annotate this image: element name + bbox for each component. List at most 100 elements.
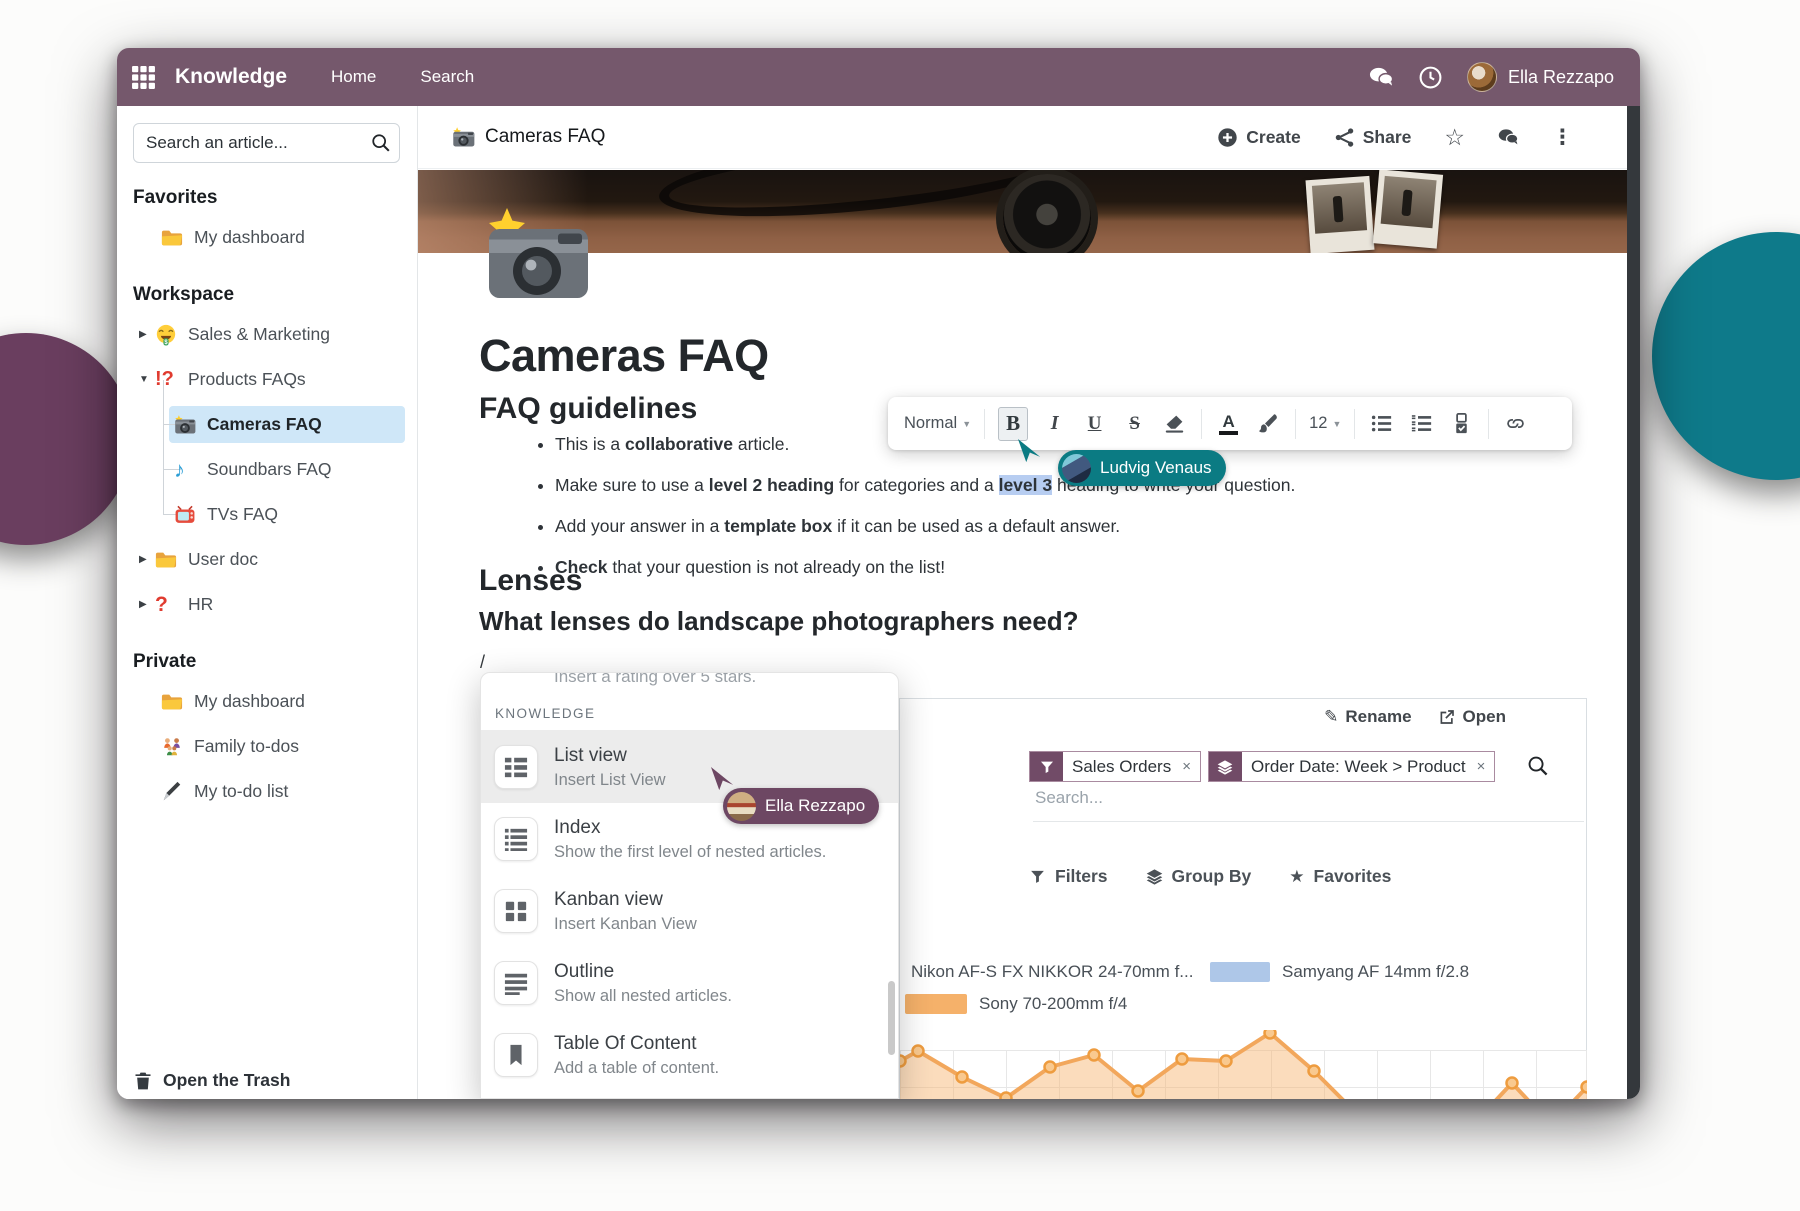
legend-item[interactable]: Samyang AF 14mm f/2.8 <box>1210 962 1469 982</box>
search-icon[interactable] <box>370 132 391 153</box>
powerbox-item-desc: Show the first level of nested articles. <box>554 842 827 861</box>
remove-format-button[interactable] <box>1161 407 1188 441</box>
powerbox-item-kanban-view[interactable]: Kanban view Insert Kanban View <box>481 875 898 947</box>
facet-order-date-week-product[interactable]: Order Date: Week > Product × <box>1207 751 1496 782</box>
typed-slash[interactable]: / <box>480 652 485 673</box>
collaborator-name: Ella Rezzapo <box>765 796 866 815</box>
sidebar-item-cameras-faq[interactable]: Cameras FAQ <box>133 380 405 447</box>
create-button[interactable]: Create <box>1217 127 1301 148</box>
apps-grid-icon[interactable] <box>131 65 156 90</box>
embed-search-input[interactable] <box>1033 787 1573 809</box>
menu-home[interactable]: Home <box>331 67 376 87</box>
legend-item[interactable]: Sony 70-200mm f/4 <box>905 994 1127 1014</box>
sidebar-item-user-doc[interactable]: ▶ User doc <box>133 537 401 582</box>
activities-clock-icon[interactable] <box>1418 65 1443 90</box>
open-button[interactable]: Open <box>1438 707 1506 727</box>
article-emoji-icon[interactable] <box>483 206 591 306</box>
facet-label: Order Date: Week > Product <box>1250 756 1466 776</box>
legend-label: Samyang AF 14mm f/2.8 <box>1282 962 1470 981</box>
sidebar-item-tvs-faq[interactable]: TVs FAQ <box>133 470 401 537</box>
sidebar-item-soundbars-faq[interactable]: ♪ Soundbars FAQ <box>133 425 401 492</box>
share-button[interactable]: Share <box>1334 127 1411 148</box>
bullet-list-button[interactable] <box>1368 407 1395 441</box>
kebab-menu-icon[interactable]: ⋮ <box>1552 125 1573 150</box>
filters-label: Filters <box>1055 866 1108 886</box>
group-by-button[interactable]: Group By <box>1146 866 1251 887</box>
decor-circle-plum <box>0 333 132 545</box>
open-trash-button[interactable]: Open the Trash <box>133 1070 290 1091</box>
font-size-select[interactable]: 12 ▼ <box>1309 414 1341 433</box>
sidebar-item-family-to-dos[interactable]: Family to-dos <box>133 724 401 769</box>
messages-icon[interactable] <box>1369 65 1394 90</box>
powerbox-item-table-of-content[interactable]: Table Of Content Add a table of content. <box>481 1019 898 1091</box>
highlight-button[interactable] <box>1255 407 1282 441</box>
powerbox-item-outline[interactable]: Outline Show all nested articles. <box>481 947 898 1019</box>
style-select[interactable]: Normal ▼ <box>904 414 971 433</box>
funnel-icon <box>1029 868 1046 885</box>
collaborator-avatar <box>727 791 756 821</box>
menu-search[interactable]: Search <box>420 67 474 87</box>
powerbox-dropdown: Insert a rating over 5 stars. KNOWLEDGE … <box>480 672 899 1099</box>
decor-circle-teal <box>1652 232 1800 480</box>
favorite-star-icon[interactable]: ☆ <box>1444 124 1465 151</box>
open-label: Open <box>1462 707 1506 726</box>
money-face-icon: $ <box>155 324 177 346</box>
chatter-button[interactable] <box>1498 127 1519 148</box>
favorites-button[interactable]: ★ Favorites <box>1289 866 1391 887</box>
star-icon: ★ <box>1289 866 1305 886</box>
breadcrumb[interactable]: Cameras FAQ <box>452 126 605 148</box>
scrollbar[interactable] <box>1627 106 1640 1099</box>
filters-button[interactable]: Filters <box>1029 866 1108 887</box>
caret-down-icon[interactable]: ▼ <box>139 374 155 385</box>
sidebar-item-hr[interactable]: ▶? HR <box>133 582 401 627</box>
collaborator-avatar <box>1062 453 1091 483</box>
link-button[interactable] <box>1502 407 1529 441</box>
pencil-icon: ✎ <box>1324 707 1339 726</box>
sidebar-item-my-dashboard[interactable]: My dashboard <box>133 679 401 724</box>
powerbox-item-desc: Show all nested articles. <box>554 986 732 1005</box>
strikethrough-button[interactable]: S <box>1121 407 1148 441</box>
checklist-button[interactable] <box>1448 407 1475 441</box>
sidebar-item-my-to-do-list[interactable]: My to-do list <box>133 769 401 814</box>
interrobang-icon: !? <box>155 367 174 390</box>
app-title[interactable]: Knowledge <box>175 65 287 89</box>
music-note-icon: ♪ <box>174 456 185 482</box>
index-icon <box>494 817 538 861</box>
numbered-list-button[interactable] <box>1408 407 1435 441</box>
folder-icon <box>161 227 183 249</box>
external-link-icon <box>1438 708 1456 726</box>
facet-remove-icon[interactable]: × <box>1180 752 1200 781</box>
facet-remove-icon[interactable]: × <box>1475 752 1495 781</box>
remote-cursor-icon <box>1017 438 1044 465</box>
share-icon <box>1334 127 1355 148</box>
page-title[interactable]: Cameras FAQ <box>479 330 769 382</box>
embed-search-icon[interactable] <box>1526 754 1549 777</box>
legend-item[interactable]: Nikon AF-S FX NIKKOR 24-70mm f... <box>853 962 1193 982</box>
checklist-icon <box>1451 413 1472 434</box>
powerbox-scrollbar[interactable] <box>888 981 895 1055</box>
guideline-item: Add your answer in a template box if it … <box>555 506 1317 547</box>
user-menu[interactable]: Ella Rezzapo <box>1466 62 1614 92</box>
lenses-heading[interactable]: Lenses <box>479 564 582 598</box>
caret-right-icon[interactable]: ▶ <box>139 554 155 565</box>
sidebar-item-sales-marketing[interactable]: ▶ $ Sales & Marketing <box>133 312 401 357</box>
question-heading[interactable]: What lenses do landscape photographers n… <box>479 606 1079 637</box>
cover-polaroid <box>1372 170 1444 249</box>
caret-right-icon[interactable]: ▶ <box>139 599 155 610</box>
rename-button[interactable]: ✎ Rename <box>1324 707 1411 727</box>
sidebar-item-my-dashboard[interactable]: My dashboard <box>133 215 401 260</box>
italic-button[interactable]: I <box>1041 407 1068 441</box>
powerbox-item-title: Outline <box>554 960 615 982</box>
caret-right-icon[interactable]: ▶ <box>139 329 155 340</box>
sidebar-sections: Favorites My dashboard Workspace ▶ $ Sales & … <box>133 187 405 814</box>
underline-button[interactable]: U <box>1081 407 1108 441</box>
sidebar-item-products-faqs[interactable]: ▼!? Products FAQs <box>133 357 401 402</box>
text-toolbar: Normal ▼ B I U S A 12 ▼ <box>888 397 1572 450</box>
guidelines-heading[interactable]: FAQ guidelines <box>479 392 697 426</box>
user-name: Ella Rezzapo <box>1507 66 1614 87</box>
font-color-button[interactable]: A <box>1215 407 1242 441</box>
facet-sales-orders[interactable]: Sales Orders × <box>1029 751 1201 782</box>
search-input[interactable] <box>133 123 400 163</box>
bold-button[interactable]: B <box>998 406 1029 441</box>
remote-collaborator-pill: Ludvig Venaus <box>1058 450 1226 486</box>
